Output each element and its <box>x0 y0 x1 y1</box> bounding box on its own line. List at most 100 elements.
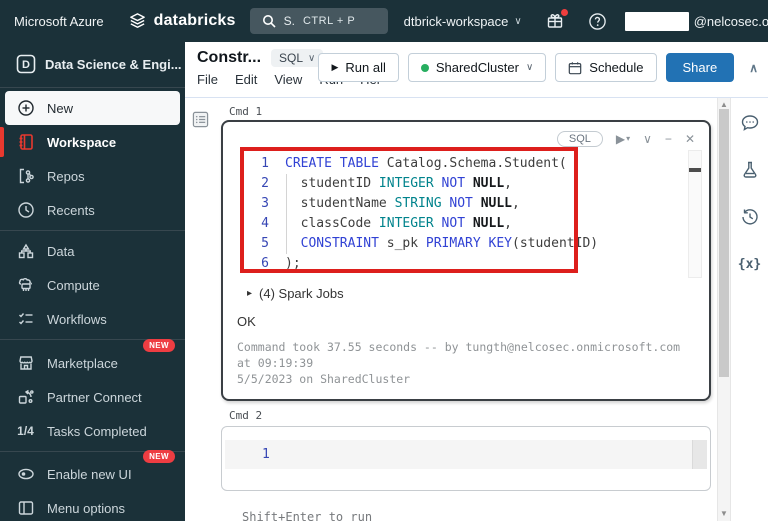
cell1-label: Cmd 1 <box>229 105 717 118</box>
sidebar-item-recents[interactable]: Recents <box>0 193 185 227</box>
active-indicator <box>0 127 4 157</box>
code-cell-1: SQL ▶ ▾ ∨ − ✕ 123456 C <box>221 120 711 401</box>
command-info-line2: 5/5/2023 on SharedCluster <box>237 371 695 387</box>
help-button[interactable] <box>588 12 607 31</box>
notebook-menubar: File Edit View Run Hel <box>197 72 306 87</box>
collapse-header-button[interactable]: ∧ <box>749 61 758 75</box>
top-bar: Microsoft Azure databricks S. CTRL + P <box>0 0 768 42</box>
account-email-domain: @nelcosec.onmicrosoft.com <box>694 14 768 29</box>
sidebar-item-enable-new-ui[interactable]: NEW Enable new UI <box>0 457 185 491</box>
table-of-contents-button[interactable] <box>192 111 209 128</box>
collapse-cell-button[interactable]: ∨ <box>643 133 652 145</box>
scroll-down-arrow[interactable]: ▼ <box>718 509 730 518</box>
share-button[interactable]: Share <box>666 53 735 82</box>
marketplace-icon <box>16 354 35 372</box>
sql-code-editor[interactable]: 123456 CREATE TABLE Catalog.Schema.Stude… <box>223 150 709 278</box>
plus-circle-icon <box>16 99 35 117</box>
editor-scrollbar-thumb <box>689 168 701 172</box>
repos-icon <box>16 167 35 185</box>
revision-history-icon[interactable] <box>739 206 761 228</box>
indent-guide <box>286 174 287 254</box>
new-badge: NEW <box>143 339 175 352</box>
sidebar-item-data[interactable]: Data <box>0 234 185 268</box>
variable-explorer-icon: {x} <box>738 257 761 272</box>
run-all-button[interactable]: ▶ Run all <box>318 53 398 82</box>
panel-layout-icon <box>16 499 35 517</box>
spark-jobs-label: (4) Spark Jobs <box>259 286 344 301</box>
chevron-down-icon: ∨ <box>308 53 315 64</box>
workspace-notebook-icon <box>16 133 35 151</box>
run-cell-button[interactable]: ▶ ▾ <box>616 133 630 145</box>
databricks-logo[interactable]: databricks <box>128 12 236 31</box>
persona-label: Data Science & Engi... <box>45 57 182 72</box>
search-text: S. <box>284 14 295 28</box>
sidebar-item-new[interactable]: New <box>5 91 180 125</box>
code-cell-2[interactable]: 1 <box>221 426 711 491</box>
play-icon: ▶ <box>616 133 625 145</box>
cluster-status-dot <box>421 64 429 72</box>
sidebar-item-compute[interactable]: Compute <box>0 268 185 302</box>
result-status: OK <box>237 314 695 329</box>
sidebar-item-workspace[interactable]: Workspace <box>0 125 185 159</box>
variable-explorer-button[interactable]: {x} <box>739 253 761 275</box>
right-icon-rail: {x} <box>731 98 768 521</box>
sidebar-item-workflows[interactable]: Workflows <box>0 302 185 336</box>
cell1-results: ▸ (4) Spark Jobs OK Command took 37.55 s… <box>223 278 709 399</box>
workspace-switcher[interactable]: dtbrick-workspace ∨ <box>404 14 522 29</box>
workflows-checklist-icon <box>16 310 35 328</box>
new-badge: NEW <box>143 450 175 463</box>
spark-jobs-disclosure[interactable]: ▸ (4) Spark Jobs <box>237 282 695 305</box>
cell2-label: Cmd 2 <box>229 409 717 422</box>
account-menu[interactable]: @nelcosec.onmicrosoft.com ∨ <box>625 12 768 31</box>
search-input[interactable]: S. CTRL + P <box>250 8 388 34</box>
notebook-content: Cmd 1 SQL ▶ ▾ ∨ − ✕ 123456 <box>185 98 768 521</box>
play-icon: ▶ <box>331 62 338 73</box>
redacted-username <box>625 12 689 31</box>
cell2-editor-line: 1 <box>225 440 707 469</box>
cell1-code: CREATE TABLE Catalog.Schema.Student( stu… <box>285 154 709 274</box>
minimize-cell-button[interactable]: − <box>665 133 672 145</box>
sidebar-item-partner-connect[interactable]: Partner Connect <box>0 380 185 414</box>
persona-switcher[interactable]: D Data Science & Engi... ▾ <box>0 42 185 84</box>
menu-file[interactable]: File <box>197 72 218 87</box>
sidebar: D Data Science & Engi... ▾ New <box>0 42 185 521</box>
menu-edit[interactable]: Edit <box>235 72 257 87</box>
cell-language-badge[interactable]: SQL <box>557 131 603 147</box>
triangle-right-icon: ▸ <box>247 288 252 299</box>
toggle-eye-icon <box>16 465 35 483</box>
notification-dot <box>561 9 568 16</box>
partner-connect-icon <box>16 388 35 406</box>
main-scrollbar[interactable]: ▲ ▼ <box>717 98 731 521</box>
experiments-flask-icon[interactable] <box>739 159 761 181</box>
azure-databricks-window: Microsoft Azure databricks S. CTRL + P <box>0 0 768 521</box>
cell2-line-number: 1 <box>262 447 270 462</box>
keyboard-hints: Shift+Enter to run Shift+Ctrl+Enter to r… <box>242 508 717 521</box>
delete-cell-button[interactable]: ✕ <box>685 133 695 145</box>
sidebar-item-menu-options[interactable]: Menu options <box>0 491 185 521</box>
sidebar-item-marketplace[interactable]: NEW Marketplace <box>0 346 185 380</box>
sidebar-item-repos[interactable]: Repos <box>0 159 185 193</box>
persona-icon: D <box>16 54 36 74</box>
scrollbar-thumb[interactable] <box>719 109 729 377</box>
cell1-toolbar: SQL ▶ ▾ ∨ − ✕ <box>223 122 709 150</box>
menu-view[interactable]: View <box>274 72 302 87</box>
caret-down-icon: ▾ <box>626 135 630 143</box>
cell1-gutter: 123456 <box>243 154 269 274</box>
scroll-up-arrow[interactable]: ▲ <box>718 100 730 109</box>
comments-button[interactable] <box>739 112 761 134</box>
databricks-layers-icon <box>128 12 147 31</box>
compute-icon <box>16 276 35 294</box>
microsoft-azure-logo[interactable]: Microsoft Azure <box>14 14 104 29</box>
language-selector[interactable]: SQL ∨ <box>271 49 323 67</box>
cluster-selector[interactable]: SharedCluster ∨ <box>408 53 546 82</box>
notebook-title[interactable]: Constr... <box>197 49 261 67</box>
chevron-down-icon: ∨ <box>526 62 533 73</box>
schedule-button[interactable]: Schedule <box>555 53 656 82</box>
editor-scrollbar[interactable] <box>688 150 702 278</box>
sidebar-divider <box>0 230 185 231</box>
command-info-line1: Command took 37.55 seconds -- by tungth@… <box>237 339 695 371</box>
whats-new-button[interactable] <box>546 12 564 30</box>
main-panel: Constr... SQL ∨ File Edit View Run Hel ▶ <box>185 42 768 521</box>
sidebar-item-tasks-completed[interactable]: 1/4 Tasks Completed <box>0 414 185 448</box>
databricks-wordmark: databricks <box>154 12 236 30</box>
